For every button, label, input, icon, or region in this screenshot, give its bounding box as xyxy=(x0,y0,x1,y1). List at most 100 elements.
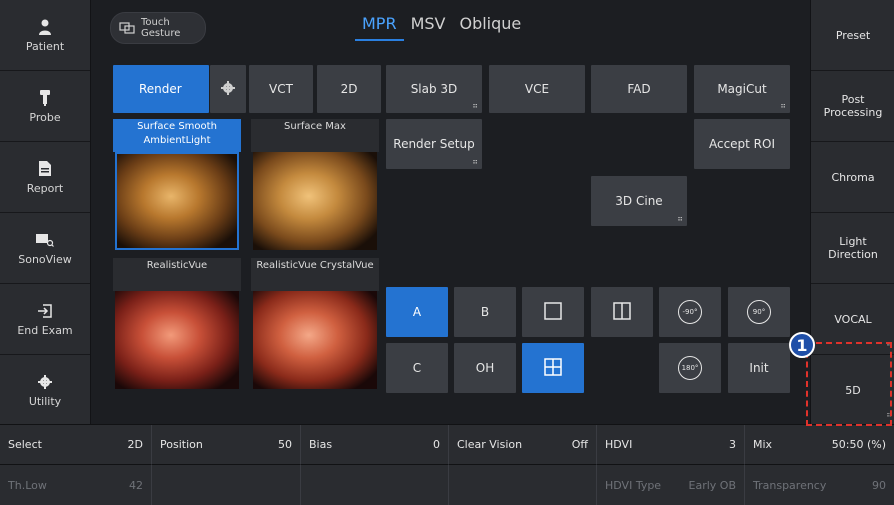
chroma-button[interactable]: Chroma xyxy=(811,142,894,213)
thumbnail-realisticvue-crystalvue[interactable]: RealisticVue CrystalVue xyxy=(251,258,379,389)
post-processing-label: Post Processing xyxy=(823,93,883,119)
param-label: Position xyxy=(160,438,203,451)
param-value: 50 xyxy=(278,438,292,451)
param-select[interactable]: Select 2D xyxy=(0,425,152,465)
ultrasound-touch-panel: Patient Probe Report SonoView End Exam U… xyxy=(0,0,894,505)
chroma-label: Chroma xyxy=(831,170,875,184)
light-direction-button[interactable]: Light Direction xyxy=(811,213,894,284)
render-button[interactable]: Render xyxy=(113,65,209,113)
param-clear-vision[interactable]: Clear Vision Off xyxy=(449,425,597,465)
render-setup-button[interactable]: Render Setup ⠶ xyxy=(386,119,482,169)
nav-patient[interactable]: Patient xyxy=(0,0,90,71)
view-a-button[interactable]: A xyxy=(386,287,448,337)
param-value: Early OB xyxy=(688,478,736,492)
nav-end-exam-label: End Exam xyxy=(17,323,73,337)
param-value: 2D xyxy=(127,438,143,451)
nav-probe[interactable]: Probe xyxy=(0,71,90,142)
post-processing-button[interactable]: Post Processing xyxy=(811,71,894,142)
preset-button[interactable]: Preset xyxy=(811,0,894,71)
more-options-icon: ⠶ xyxy=(472,101,478,110)
single-layout-icon xyxy=(544,301,562,323)
param-empty xyxy=(301,465,449,505)
param-transparency[interactable]: Transparency 90 xyxy=(745,465,894,505)
accept-roi-button[interactable]: Accept ROI xyxy=(694,119,790,169)
rotate-90-label: 90° xyxy=(752,308,766,316)
thumbnail-label: Surface Smooth AmbientLight xyxy=(113,119,241,152)
thumbnail-label-line: Surface Smooth xyxy=(137,121,217,132)
param-bias[interactable]: Bias 0 xyxy=(301,425,449,465)
nav-utility[interactable]: Utility xyxy=(0,355,90,426)
vocal-label: VOCAL xyxy=(834,312,872,326)
param-value: 90 xyxy=(872,478,886,492)
param-value: 3 xyxy=(729,438,736,451)
param-label: Transparency xyxy=(753,478,827,492)
thumbnail-surface-smooth[interactable]: Surface Smooth AmbientLight xyxy=(113,119,241,250)
thumbnail-realisticvue[interactable]: RealisticVue xyxy=(113,258,241,389)
render-preview-image xyxy=(115,152,239,250)
gear-icon xyxy=(221,80,235,98)
param-label: Bias xyxy=(309,438,333,451)
param-hdvi[interactable]: HDVI 3 xyxy=(597,425,745,465)
render-preview-image xyxy=(253,152,377,250)
2d-label: 2D xyxy=(340,82,358,96)
thumbnail-surface-max[interactable]: Surface Max xyxy=(251,119,379,250)
vct-label: VCT xyxy=(269,82,293,96)
quad-layout-button[interactable] xyxy=(522,343,584,393)
view-a-label: A xyxy=(412,305,422,319)
rotate-90-button[interactable]: 90° xyxy=(728,287,790,337)
nav-probe-label: Probe xyxy=(29,110,61,124)
param-label: Mix xyxy=(753,438,773,451)
slab-3d-label: Slab 3D xyxy=(410,82,458,96)
render-settings-button[interactable] xyxy=(210,65,246,113)
nav-sonoview[interactable]: SonoView xyxy=(0,213,90,284)
rotate-180-icon: 180° xyxy=(678,356,702,380)
param-value: 0 xyxy=(433,438,440,451)
2d-button[interactable]: 2D xyxy=(317,65,381,113)
single-layout-button[interactable] xyxy=(522,287,584,337)
nav-report-label: Report xyxy=(26,181,64,195)
param-hdvi-type[interactable]: HDVI Type Early OB xyxy=(597,465,745,505)
view-oh-button[interactable]: OH xyxy=(454,343,516,393)
probe-icon xyxy=(39,89,51,107)
vce-button[interactable]: VCE xyxy=(489,65,585,113)
param-label: HDVI Type xyxy=(605,478,662,492)
tab-msv[interactable]: MSV xyxy=(404,10,453,41)
rotate-minus-90-button[interactable]: -90° xyxy=(659,287,721,337)
fad-button[interactable]: FAD xyxy=(591,65,687,113)
slab-3d-button[interactable]: Slab 3D ⠶ xyxy=(386,65,482,113)
param-label: Th.Low xyxy=(8,478,47,492)
rotate-180-label: 180° xyxy=(681,364,699,372)
init-label: Init xyxy=(749,361,769,375)
view-c-button[interactable]: C xyxy=(386,343,448,393)
3d-cine-label: 3D Cine xyxy=(615,194,663,208)
report-icon xyxy=(39,160,51,178)
magicut-button[interactable]: MagiCut ⠶ xyxy=(694,65,790,113)
thumbnail-label: RealisticVue CrystalVue xyxy=(251,258,379,291)
dual-layout-button[interactable] xyxy=(591,287,653,337)
rotate-180-button[interactable]: 180° xyxy=(659,343,721,393)
tab-oblique[interactable]: Oblique xyxy=(452,10,528,41)
sonoview-icon xyxy=(36,231,54,249)
dual-layout-icon xyxy=(613,301,631,323)
3d-cine-button[interactable]: 3D Cine ⠶ xyxy=(591,176,687,226)
nav-report[interactable]: Report xyxy=(0,142,90,213)
param-value: Off xyxy=(571,438,588,451)
render-setup-label: Render Setup xyxy=(393,137,475,151)
view-b-button[interactable]: B xyxy=(454,287,516,337)
render-preview-image xyxy=(115,291,239,389)
param-th-low[interactable]: Th.Low 42 xyxy=(0,465,152,505)
nav-end-exam[interactable]: End Exam xyxy=(0,284,90,355)
thumbnail-label: RealisticVue xyxy=(113,258,241,291)
param-label: Select xyxy=(8,438,42,451)
touch-gesture-toggle[interactable]: Touch Gesture xyxy=(110,12,206,44)
init-button[interactable]: Init xyxy=(728,343,790,393)
gear-icon xyxy=(38,373,52,391)
param-mix[interactable]: Mix 50:50 (%) xyxy=(745,425,894,465)
tab-mpr[interactable]: MPR xyxy=(355,10,404,41)
more-options-icon: ⠶ xyxy=(677,214,683,223)
more-options-icon: ⠶ xyxy=(472,157,478,166)
render-preview-image xyxy=(253,291,377,389)
param-position[interactable]: Position 50 xyxy=(152,425,301,465)
vct-button[interactable]: VCT xyxy=(249,65,313,113)
left-nav: Patient Probe Report SonoView End Exam U… xyxy=(0,0,91,426)
